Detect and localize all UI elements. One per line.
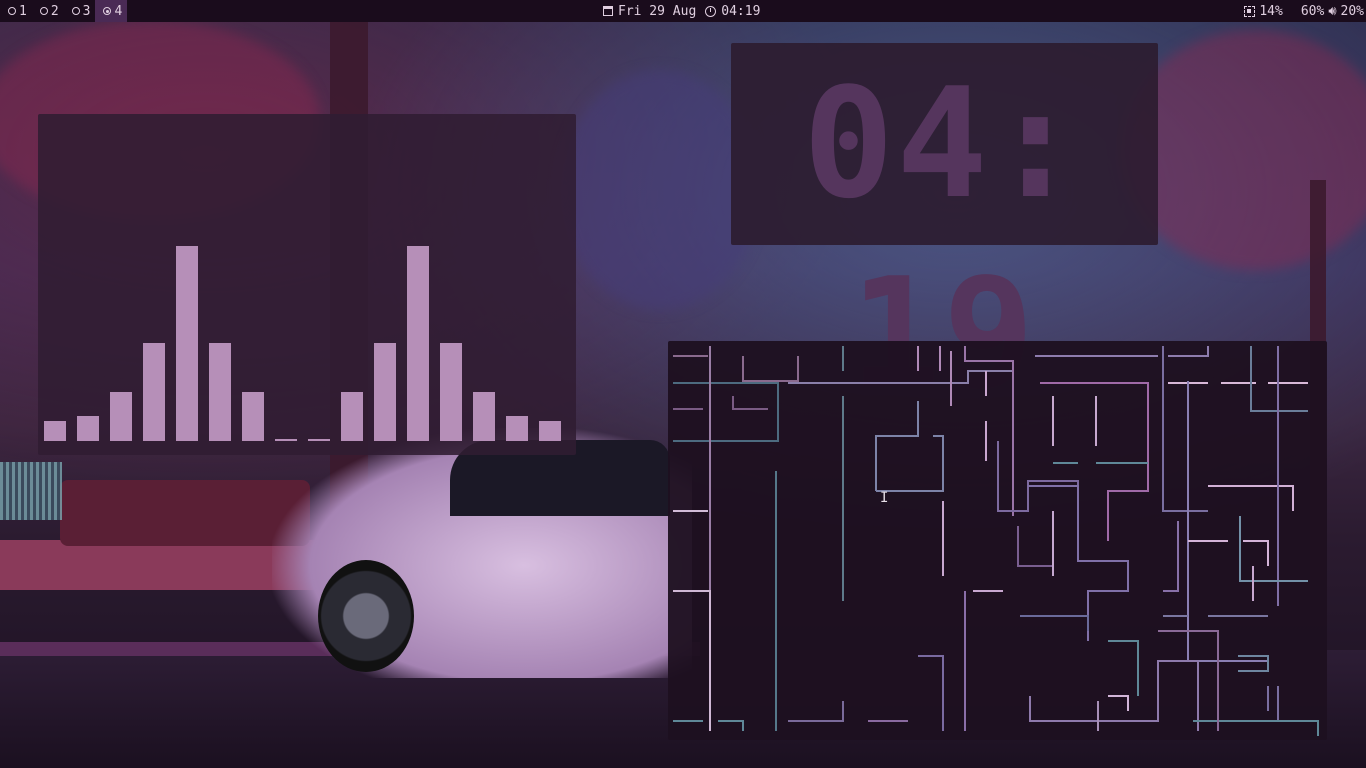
clock-window[interactable]: 04: 19 [731, 43, 1158, 422]
cpu-usage[interactable]: 14% [1259, 4, 1282, 19]
wallpaper-bench [0, 462, 62, 520]
volume-icon[interactable]: 🔊︎ [1328, 4, 1336, 19]
visualizer-bar [275, 439, 297, 441]
workspace-empty-icon [8, 7, 16, 15]
visualizer-bar [209, 343, 231, 441]
volume-level[interactable]: 20% [1341, 4, 1364, 19]
workspace-label: 1 [19, 3, 27, 19]
visualizer-bar [44, 421, 66, 441]
workspace-4[interactable]: 4 [95, 0, 128, 22]
visualizer-bar [506, 416, 528, 441]
wallpaper-car-wheel [318, 560, 414, 672]
datetime[interactable]: Fri 29 Aug 04:19 [603, 0, 760, 22]
visualizer-bar [473, 392, 495, 441]
workspace-empty-icon [39, 7, 48, 15]
workspace-1[interactable]: 1 [0, 0, 32, 22]
workspace-empty-icon [71, 7, 80, 15]
audio-visualizer-window[interactable] [38, 114, 576, 455]
calendar-icon [603, 6, 613, 16]
visualizer-bar [440, 343, 462, 441]
visualizer-bar [143, 343, 165, 441]
visualizer-bar [341, 392, 363, 441]
status-bar: 1 2 3 4 Fri 29 Aug 04:19 14% 60% 🔊︎ 20% [0, 0, 1366, 22]
memory-usage[interactable]: 60% [1301, 4, 1324, 19]
visualizer-bar [308, 439, 330, 441]
workspace-3[interactable]: 3 [64, 0, 96, 22]
visualizer-bar [110, 392, 132, 441]
date-text: Fri 29 Aug [618, 3, 697, 19]
visualizer-bar [374, 343, 396, 441]
visualizer-bar [539, 421, 561, 441]
text-cursor-icon: I [880, 490, 889, 506]
clock-icon [705, 5, 717, 17]
workspace-active-icon [103, 7, 112, 15]
visualizer-bar [407, 246, 429, 441]
visualizer-bar [77, 416, 99, 441]
workspace-label: 2 [50, 3, 59, 19]
system-tray: 14% 60% 🔊︎ 20% [1244, 0, 1364, 22]
workspace-label: 3 [82, 3, 91, 19]
pipes-animation [673, 346, 1319, 736]
visualizer-bar [242, 392, 264, 441]
cpu-icon [1244, 5, 1256, 17]
wallpaper-tree [560, 70, 760, 310]
workspace-label: 4 [114, 3, 123, 19]
pipes-terminal-window[interactable] [668, 341, 1327, 740]
time-text: 04:19 [721, 3, 761, 19]
workspace-2[interactable]: 2 [32, 0, 64, 22]
workspace-list: 1 2 3 4 [0, 0, 128, 22]
visualizer-bar [176, 246, 198, 441]
